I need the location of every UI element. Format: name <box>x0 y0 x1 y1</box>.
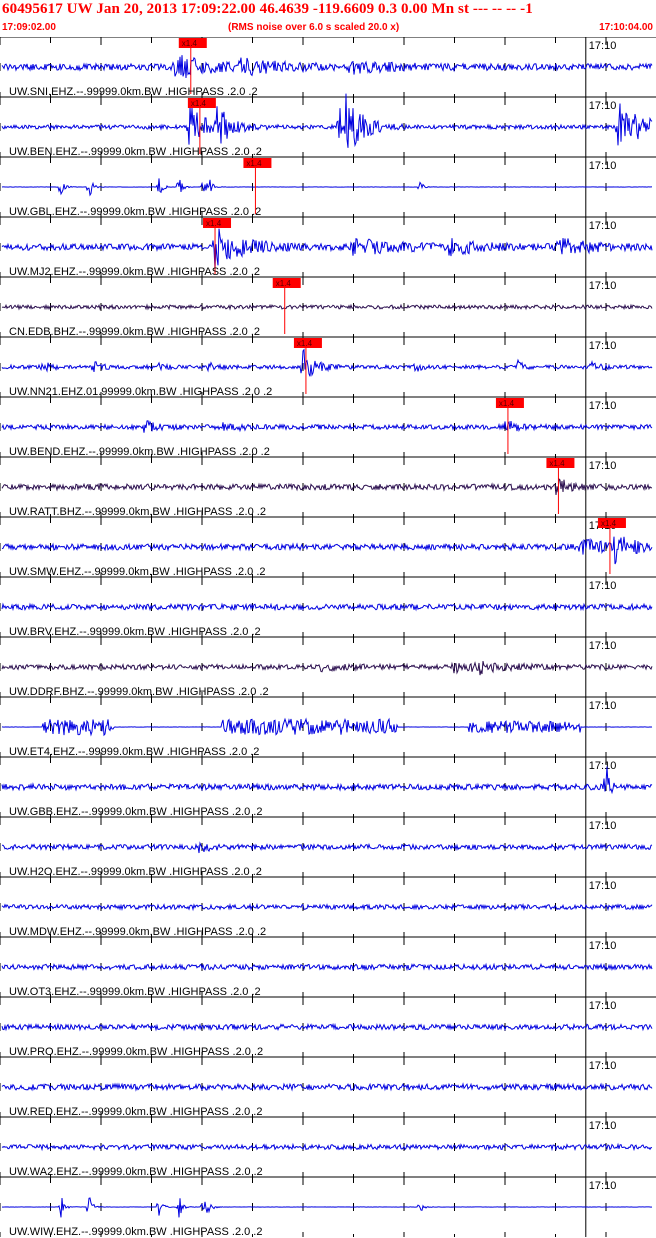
waveform <box>1 902 653 912</box>
rms-note: (RMS noise over 6.0 s scaled 20.0 x) <box>228 22 400 33</box>
minute-tick-label: 17:10 <box>589 760 617 772</box>
waveform <box>1 228 653 270</box>
waveform <box>1 1142 653 1152</box>
minute-tick-label: 17:10 <box>589 700 617 712</box>
station-label: UW.OT3.EHZ.--.99999.0km.BW .HIGHPASS .2.… <box>9 986 261 998</box>
waveform <box>1 962 653 972</box>
pick-label: x1.4 <box>276 279 292 288</box>
trace-uw-ratt: 17:10 x1.4 UW.RATT.BHZ.--.99999.0km.BW .HI… <box>0 456 656 518</box>
minute-tick-label: 17:10 <box>589 1000 617 1012</box>
minute-tick-label: 17:10 <box>589 220 617 232</box>
trace-cn-edb: 17:10 x1.4 CN.EDB.BHZ.--.99999.0km.BW .HIG… <box>0 276 656 338</box>
pick-label: x1.4 <box>499 399 515 408</box>
seismogram-plot: 17:10x1.4UW.SNI.EHZ.--.99999.0km.BW .HIG… <box>0 37 656 1238</box>
station-label: UW.BEND.EHZ.--.99999.0km.BW .HIGHPASS .2… <box>9 446 270 458</box>
station-label: UW.ET4.EHZ.--.99999.0km.BW .HIGHPASS .2.… <box>9 746 259 758</box>
trace-uw-gbb: 17:10 UW.GBB.EHZ.--.99999.0km.BW .HIGHPAS… <box>0 756 656 818</box>
pick-label: x1.4 <box>601 519 617 528</box>
trace-uw-et4: 17:10 UW.ET4.EHZ.--.99999.0km.BW .HIGHPAS… <box>0 696 656 758</box>
station-label: UW.MDW.EHZ.--.99999.0km.BW .HIGHPASS .2.… <box>9 926 266 938</box>
station-label: UW.SMW.EHZ.--.99999.0km.BW .HIGHPASS .2.… <box>9 566 266 578</box>
minute-tick-label: 17:10 <box>589 1120 617 1132</box>
waveform <box>1 660 653 676</box>
waveform <box>1 55 653 79</box>
pick-label: x1.4 <box>182 39 198 48</box>
station-label: UW.MJ2.EHZ.--.99999.0km.BW .HIGHPASS .2.… <box>9 266 260 278</box>
trace-uw-red: 17:10 UW.RED.EHZ.--.99999.0km.BW .HIGHPAS… <box>0 1056 656 1118</box>
station-label: UW.BEN.EHZ.--.99999.0km.BW .HIGHPASS .2.… <box>9 146 262 158</box>
trace-uw-brv: 17:10 UW.BRV.EHZ.--.99999.0km.BW .HIGHPAS… <box>0 576 656 638</box>
minute-tick-label: 17:10 <box>589 400 617 412</box>
waveform <box>1 420 653 433</box>
trace-uw-smw: 17:10x1.4UW.SMW.EHZ.--.99999.0km.BW .HIG… <box>0 516 656 578</box>
trace-uw-pro: 17:10 UW.PRO.EHZ.--.99999.0km.BW .HIGHPAS… <box>0 996 656 1058</box>
waveform <box>1 477 653 495</box>
trace-uw-bend: 17:10 x1.4 UW.BEND.EHZ.--.99999.0km.BW .HI… <box>0 396 656 458</box>
minute-tick-label: 17:10 <box>589 40 617 52</box>
waveform <box>2 841 653 854</box>
station-label: UW.DDRF.BHZ.--.99999.0km.BW .HIGHPASS .2… <box>9 686 269 698</box>
pick-label: x1.4 <box>297 339 313 348</box>
station-label: UW.NN21.EHZ.01.99999.0km.BW .HIGHPASS .2… <box>9 386 272 398</box>
station-label: UW.RATT.BHZ.--.99999.0km.BW .HIGHPASS .2… <box>9 506 266 518</box>
trace-uw-h2o: 17:10 UW.H2O.EHZ.--.99999.0km.BW .HIGHPAS… <box>0 816 656 878</box>
trace-uw-gbl: 17:10 x1.4 UW.GBL.EHZ.--.99999.0km.BW .HIG… <box>0 156 656 218</box>
trace-uw-nn21: 17:10 x1.4 UW.NN21.EHZ.01.99999.0km.BW .HI… <box>0 336 656 398</box>
trace-uw-sni: 17:10 x1.4 UW.SNI.EHZ.--.99999.0km.BW .HIG… <box>0 37 656 98</box>
station-label: CN.EDB.BHZ.--.99999.0km.BW .HIGHPASS .2.… <box>9 326 260 338</box>
minute-tick-label: 17:10 <box>589 940 617 952</box>
waveform <box>1 1022 653 1032</box>
pick-label: x1.4 <box>549 459 565 468</box>
waveform <box>1 93 653 148</box>
trace-uw-wiw: 17:10 UW.WIW.EHZ.--.99999.0km.BW .HIGHPAS… <box>0 1176 656 1238</box>
minute-tick-label: 17:10 <box>589 820 617 832</box>
start-time-label: 17:09:02.00 <box>2 22 56 33</box>
pick-label: x1.4 <box>206 219 222 228</box>
minute-tick-label: 17:10 <box>589 160 617 172</box>
waveform <box>1 303 653 311</box>
waveform <box>1 717 653 737</box>
trace-uw-ddrf: 17:10 UW.DDRF.BHZ.--.99999.0km.BW .HIGHPA… <box>0 636 656 698</box>
waveform <box>1 1197 653 1218</box>
station-label: UW.PRO.EHZ.--.99999.0km.BW .HIGHPASS .2.… <box>9 1046 263 1058</box>
pick-label: x1.4 <box>246 159 262 168</box>
event-title: 60495617 UW Jan 20, 2013 17:09:22.00 46.… <box>2 1 533 17</box>
minute-tick-label: 17:10 <box>589 640 617 652</box>
trace-uw-wa2: 17:10 UW.WA2.EHZ.--.99999.0km.BW .HIGHPAS… <box>0 1116 656 1178</box>
trace-uw-mdw: 17:10 UW.MDW.EHZ.--.99999.0km.BW .HIGHPAS… <box>0 876 656 938</box>
waveform <box>1 602 653 612</box>
waveform <box>1 536 653 565</box>
end-time-label: 17:10:04.00 <box>599 22 653 33</box>
minute-tick-label: 17:10 <box>589 1060 617 1072</box>
waveform <box>1 1082 653 1092</box>
waveform <box>1 178 652 197</box>
station-label: UW.WIW.EHZ.--.99999.0km.BW .HIGHPASS .2.… <box>9 1226 262 1238</box>
waveform <box>1 348 653 377</box>
minute-tick-label: 17:10 <box>589 580 617 592</box>
station-label: UW.BRV.EHZ.--.99999.0km.BW .HIGHPASS .2.… <box>9 626 261 638</box>
minute-tick-label: 17:10 <box>589 340 617 352</box>
trace-uw-ben: 17:10 x1.4 UW.BEN.EHZ.--.99999.0km.BW .HIG… <box>0 93 656 158</box>
station-label: UW.WA2.EHZ.--.99999.0km.BW .HIGHPASS .2.… <box>9 1166 263 1178</box>
station-label: UW.RED.EHZ.--.99999.0km.BW .HIGHPASS .2.… <box>9 1106 262 1118</box>
trace-uw-ot3: 17:10 UW.OT3.EHZ.--.99999.0km.BW .HIGHPAS… <box>0 936 656 998</box>
waveform <box>1 766 653 795</box>
seismogram-header: 60495617 UW Jan 20, 2013 17:09:22.00 46.… <box>0 0 656 37</box>
minute-tick-label: 17:10 <box>589 880 617 892</box>
station-label: UW.GBB.EHZ.--.99999.0km.BW .HIGHPASS .2.… <box>9 806 262 818</box>
station-label: UW.GBL.EHZ.--.99999.0km.BW .HIGHPASS .2.… <box>9 206 261 218</box>
pick-label: x1.4 <box>191 99 207 108</box>
minute-tick-label: 17:10 <box>589 1180 617 1192</box>
minute-tick-label: 17:10 <box>589 100 617 112</box>
trace-uw-mj2: 17:10 x1.4 UW.MJ2.EHZ.--.99999.0km.BW .HIG… <box>0 216 656 278</box>
minute-tick-label: 17:10 <box>589 280 617 292</box>
minute-tick-label: 17:10 <box>589 460 617 472</box>
station-label: UW.SNI.EHZ.--.99999.0km.BW .HIGHPASS .2.… <box>9 86 258 98</box>
station-label: UW.H2O.EHZ.--.99999.0km.BW .HIGHPASS .2.… <box>9 866 262 878</box>
